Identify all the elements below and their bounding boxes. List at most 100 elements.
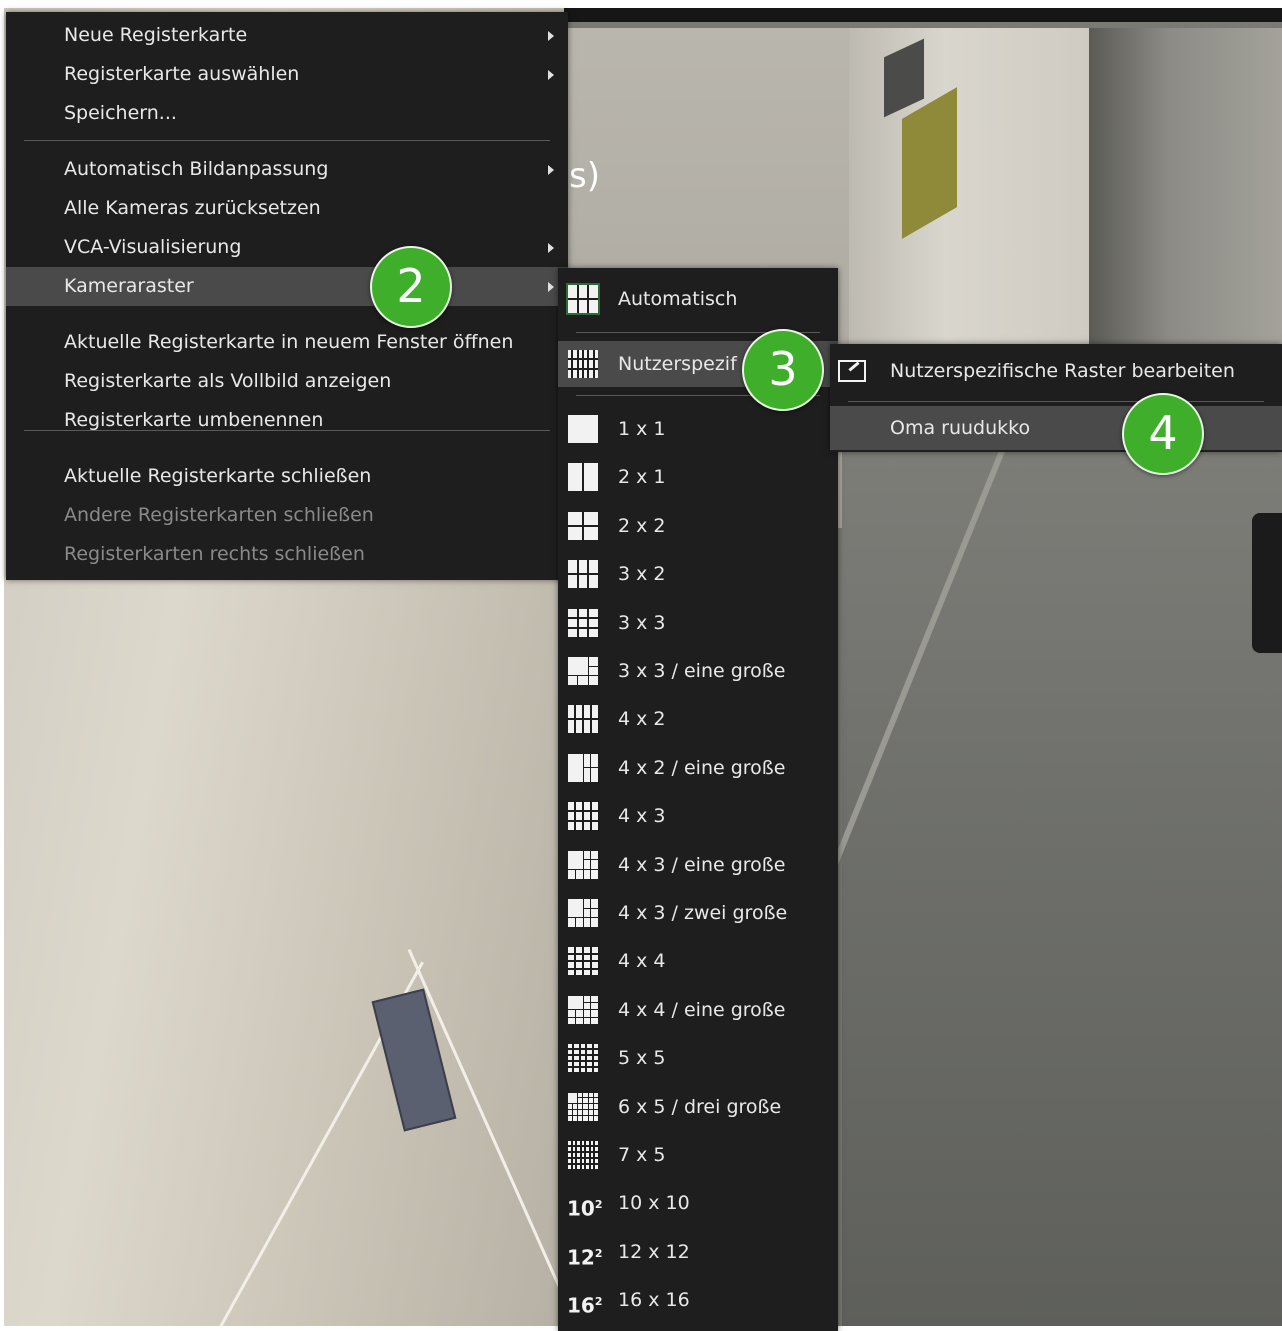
grid-item-label: 2 x 1 [618, 466, 666, 489]
overlay-text-fragment: s) [569, 156, 600, 196]
grid-power-base: 16 [567, 1293, 595, 1318]
grid-3x3-one-large-icon [568, 657, 598, 685]
grid-item-label: 16 x 16 [618, 1289, 690, 1312]
grid-item-label: 4 x 3 [618, 805, 666, 828]
grid-item-label: 12 x 12 [618, 1240, 690, 1263]
menu-item-reset-all-cameras[interactable]: Alle Kameras zurücksetzen [6, 189, 568, 228]
menu-item-close-other-tabs: Andere Registerkarten schließen [6, 496, 568, 535]
grid-6x5-three-large-icon [568, 1092, 598, 1121]
edit-custom-grids-item[interactable]: Nutzerspezifische Raster bearbeiten [830, 346, 1282, 396]
auto-grid-icon [566, 283, 600, 315]
menu-item-label: Neue Registerkarte [64, 24, 248, 46]
grid-power-exponent: 2 [594, 1198, 603, 1212]
menu-item-rename-tab[interactable]: Registerkarte umbenennen [6, 401, 568, 440]
grid-item-3-x-3-eine-gro-e[interactable]: 3 x 3 / eine große [558, 648, 838, 694]
grid-2x2-icon [568, 511, 598, 540]
grid-power-base: 12 [567, 1245, 595, 1270]
grid-item-4-x-4[interactable]: 4 x 4 [558, 938, 838, 984]
grid-item-3-x-3[interactable]: 3 x 3 [558, 600, 838, 646]
menu-item-vca-visualization[interactable]: VCA-Visualisierung [6, 228, 568, 267]
grid-10x10-icon: 102 [567, 1182, 603, 1232]
grid-3x2-icon [568, 560, 598, 589]
custom-grid-entry[interactable]: Oma ruudukko [830, 406, 1282, 450]
grid-7x5-icon [568, 1141, 598, 1169]
menu-item-save[interactable]: Speichern... [6, 94, 568, 133]
menu-separator [24, 140, 550, 141]
menu-item-tab-fullscreen[interactable]: Registerkarte als Vollbild anzeigen [6, 362, 568, 401]
edit-grid-icon [838, 360, 866, 382]
grid-power-exponent: 2 [594, 1295, 603, 1309]
grid-item-label: Automatisch [618, 288, 738, 310]
menu-separator [848, 401, 1264, 402]
grid-item-4-x-4-eine-gro-e[interactable]: 4 x 4 / eine große [558, 987, 838, 1033]
grid-item-12-x-12[interactable]: 122 12 x 12 [558, 1229, 838, 1275]
menu-item-label: Andere Registerkarten schließen [64, 504, 374, 526]
step-badge-3: 3 [742, 329, 824, 411]
grid-12x12-icon: 122 [567, 1231, 603, 1281]
grid-item-4-x-3[interactable]: 4 x 3 [558, 793, 838, 839]
grid-item-label: 3 x 2 [618, 563, 666, 586]
grid-item-label: 3 x 3 / eine große [618, 660, 786, 682]
grid-item-2-x-1[interactable]: 2 x 1 [558, 454, 838, 500]
menu-item-new-tab[interactable]: Neue Registerkarte [6, 16, 568, 55]
grid-4x3-icon [568, 802, 598, 831]
grid-item-1-x-1[interactable]: 1 x 1 [558, 406, 838, 452]
submenu-arrow-icon [548, 31, 554, 41]
grid-item-label: 4 x 2 [618, 708, 666, 731]
grid-item-label: 4 x 4 / eine große [618, 998, 786, 1021]
grid-item-label: 2 x 2 [618, 514, 666, 537]
menu-item-label: VCA-Visualisierung [64, 236, 242, 258]
menu-item-select-tab[interactable]: Registerkarte auswählen [6, 55, 568, 94]
grid-item-4-x-3-eine-gro-e[interactable]: 4 x 3 / eine große [558, 842, 838, 888]
grid-4x2-icon [568, 705, 598, 734]
grid-item-16-x-16[interactable]: 162 16 x 16 [558, 1277, 838, 1323]
submenu-arrow-icon [548, 165, 554, 175]
grid-4x4-icon [568, 947, 598, 976]
context-menu: Neue Registerkarte Registerkarte auswähle… [6, 12, 568, 580]
step-badge-4: 4 [1122, 393, 1204, 475]
submenu-arrow-icon [548, 70, 554, 80]
grid-item-label: 5 x 5 [618, 1047, 666, 1070]
grid-item-automatic[interactable]: Automatisch [558, 276, 838, 322]
menu-item-close-current-tab[interactable]: Aktuelle Registerkarte schließen [6, 457, 568, 496]
step-badge-2: 2 [370, 246, 452, 328]
menu-item-label: Aktuelle Registerkarte schließen [64, 465, 372, 487]
grid-item-4-x-2-eine-gro-e[interactable]: 4 x 2 / eine große [558, 745, 838, 791]
grid-item-3-x-2[interactable]: 3 x 2 [558, 551, 838, 597]
grid-item-label: 4 x 2 / eine große [618, 756, 786, 779]
grid-item-4-x-2[interactable]: 4 x 2 [558, 696, 838, 742]
menu-item-close-tabs-right: Registerkarten rechts schließen [6, 535, 568, 574]
grid-5x5-icon [568, 1044, 598, 1073]
menu-item-label: Registerkarte umbenennen [64, 409, 324, 431]
custom-grid-submenu: Nutzerspezifische Raster bearbeiten Oma r… [830, 344, 1282, 452]
grid-power-base: 10 [567, 1197, 595, 1222]
menu-item-label: Automatisch Bildanpassung [64, 158, 329, 180]
grid-4x3-one-large-icon [568, 850, 598, 879]
trash-bin [1252, 513, 1282, 653]
grid-item-label: 6 x 5 / drei große [618, 1095, 782, 1118]
grid-item-5-x-5[interactable]: 5 x 5 [558, 1035, 838, 1081]
grid-item-label: 4 x 4 [618, 950, 666, 973]
grid-item-label: 3 x 3 [618, 611, 666, 634]
menu-item-auto-image-adjust[interactable]: Automatisch Bildanpassung [6, 150, 568, 189]
grid-item-6-x-5-drei-gro-e[interactable]: 6 x 5 / drei große [558, 1084, 838, 1130]
custom-grid-icon [568, 350, 598, 378]
menu-item-label: Registerkarten rechts schließen [64, 543, 365, 565]
grid-4x2-one-large-icon [568, 753, 598, 782]
grid-item-label: 1 x 1 [618, 418, 666, 440]
grid-3x3-icon [568, 608, 598, 637]
grid-4x4-one-large-icon [568, 995, 598, 1024]
grid-16x16-icon: 162 [567, 1279, 603, 1329]
menu-item-label: Aktuelle Registerkarte in neuem Fenster … [64, 331, 514, 353]
grid-item-label: 4 x 3 / zwei große [618, 902, 788, 924]
menu-item-open-tab-new-window[interactable]: Aktuelle Registerkarte in neuem Fenster … [6, 323, 568, 362]
camera-grid-submenu: Automatisch Nutzerspezif 1 x 1 2 x 1 2 x 2 3 … [558, 268, 838, 1331]
grid-item-10-x-10[interactable]: 102 10 x 10 [558, 1180, 838, 1226]
grid-item-2-x-2[interactable]: 2 x 2 [558, 503, 838, 549]
grid-item-4-x-3-zwei-gro-e[interactable]: 4 x 3 / zwei große [558, 890, 838, 936]
grid-item-label: 7 x 5 [618, 1144, 666, 1166]
grid-item-7-x-5[interactable]: 7 x 5 [558, 1132, 838, 1178]
menu-item-camera-grid[interactable]: Kameraraster [6, 267, 568, 306]
menu-item-label: Registerkarte als Vollbild anzeigen [64, 370, 392, 392]
corridor-floor [842, 448, 1282, 1326]
